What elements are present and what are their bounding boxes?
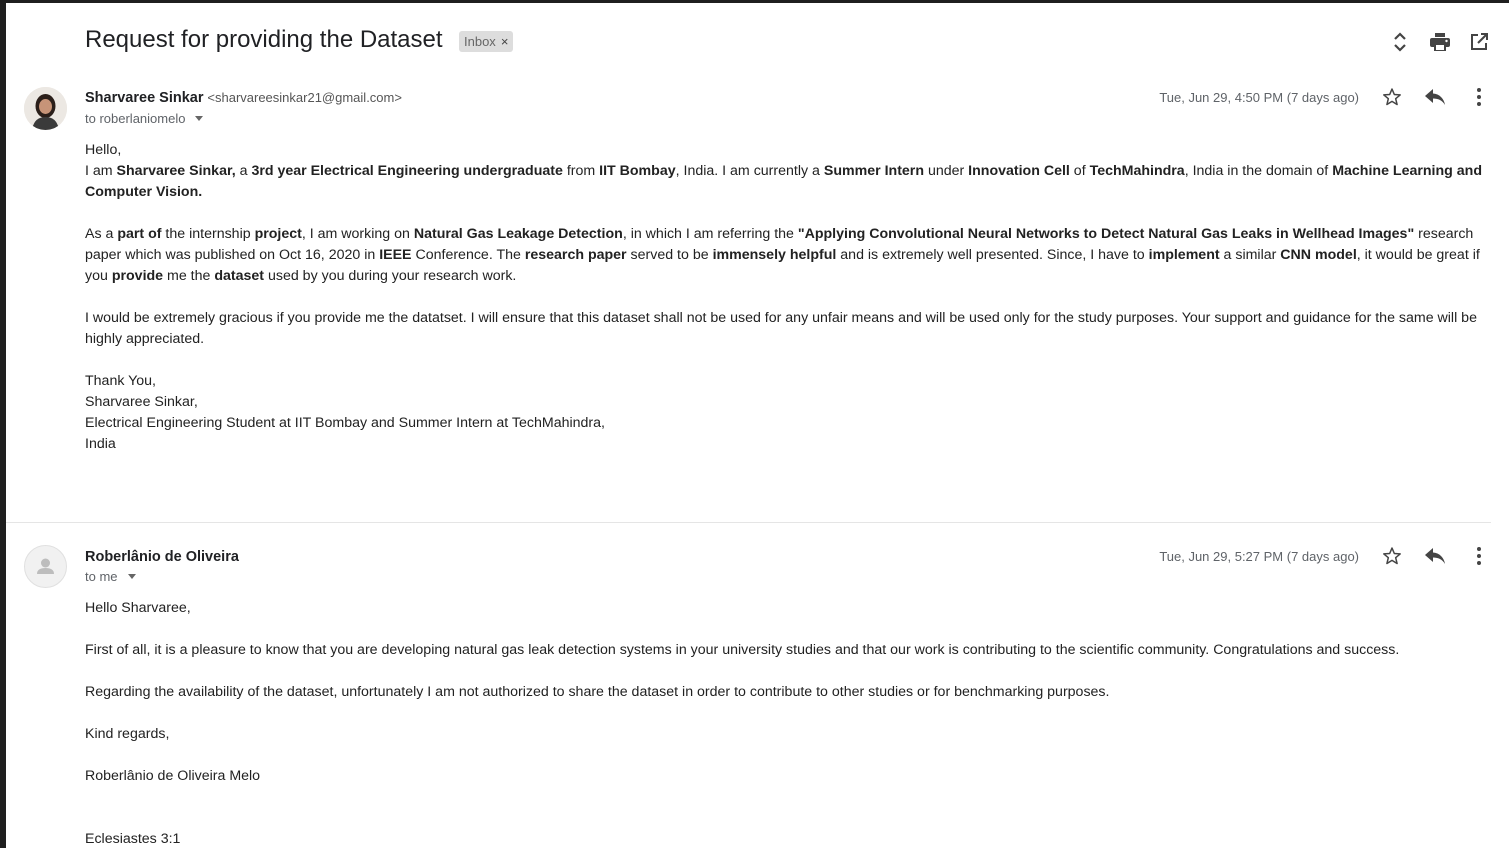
bold-text: dataset xyxy=(214,268,265,284)
email-thread-view: Request for providing the Dataset Inbox … xyxy=(6,3,1509,848)
recipient-text: to me xyxy=(85,569,118,584)
paragraph: Regarding the availability of the datase… xyxy=(85,684,1110,700)
text-run: used by you during your research work. xyxy=(264,268,517,284)
bold-text: implement xyxy=(1148,247,1220,263)
signature: Roberlânio de Oliveira Melo xyxy=(85,768,261,784)
show-details-dropdown-icon[interactable] xyxy=(127,574,136,579)
more-options-icon[interactable] xyxy=(1466,84,1492,110)
sender-line: Sharvaree Sinkar <sharvareesinkar21@gmai… xyxy=(85,89,402,106)
sender-line: Roberlânio de Oliveira xyxy=(85,548,239,565)
bold-text: TechMahindra xyxy=(1089,163,1185,179)
greeting: Hello, xyxy=(85,142,122,158)
text-run: under xyxy=(924,163,969,179)
print-icon[interactable] xyxy=(1427,29,1453,55)
bold-text: part of xyxy=(117,226,162,242)
recipient-text: to roberlaniomelo xyxy=(85,111,186,126)
sender-email: <sharvareesinkar21@gmail.com> xyxy=(207,90,402,105)
signature-line: Sharvaree Sinkar, xyxy=(85,394,198,410)
bold-text: "Applying Convolutional Neural Networks … xyxy=(797,226,1415,242)
text-run: the internship xyxy=(161,226,255,242)
bold-text: research paper xyxy=(524,247,627,263)
star-icon[interactable] xyxy=(1379,543,1405,569)
text-run: As a xyxy=(85,226,118,242)
quote: Eclesiastes 3:1 xyxy=(85,831,181,847)
paragraph-project: As a part of the internship project, I a… xyxy=(85,224,1490,287)
paragraph-intro: I am Sharvaree Sinkar, a 3rd year Electr… xyxy=(85,161,1490,203)
bold-text: 3rd year Electrical Engineering undergra… xyxy=(251,163,563,179)
text-run: I am xyxy=(85,163,117,179)
open-new-window-icon[interactable] xyxy=(1466,29,1492,55)
text-run: a similar xyxy=(1219,247,1281,263)
text-run: a xyxy=(235,163,252,179)
expand-collapse-icon[interactable] xyxy=(1387,29,1413,55)
paragraph-request: I would be extremely gracious if you pro… xyxy=(85,310,1477,347)
bold-text: Natural Gas Leakage Detection xyxy=(413,226,623,242)
show-details-dropdown-icon[interactable] xyxy=(195,116,204,121)
sender-name[interactable]: Roberlânio de Oliveira xyxy=(85,549,239,565)
closing: Kind regards, xyxy=(85,726,170,742)
reply-icon[interactable] xyxy=(1422,84,1448,110)
bold-text: immensely helpful xyxy=(712,247,837,263)
thread-header: Request for providing the Dataset Inbox … xyxy=(6,3,1509,79)
message-divider xyxy=(6,522,1491,523)
sender-name[interactable]: Sharvaree Sinkar xyxy=(85,90,204,106)
star-icon[interactable] xyxy=(1379,84,1405,110)
avatar[interactable] xyxy=(24,545,67,588)
text-run: , India in the domain of xyxy=(1184,163,1333,179)
text-run: me the xyxy=(163,268,215,284)
reply-icon[interactable] xyxy=(1422,543,1448,569)
text-run: from xyxy=(562,163,600,179)
bold-text: IEEE xyxy=(379,247,412,263)
more-options-icon[interactable] xyxy=(1466,543,1492,569)
recipient-line: to roberlaniomelo xyxy=(85,111,204,126)
paragraph: First of all, it is a pleasure to know t… xyxy=(85,642,1400,658)
text-run: , I am working on xyxy=(301,226,414,242)
recipient-line: to me xyxy=(85,569,136,584)
text-run: and is extremely well presented. Since, … xyxy=(836,247,1149,263)
thread-subject: Request for providing the Dataset xyxy=(85,26,443,53)
bold-text: Innovation Cell xyxy=(968,163,1070,179)
text-run: served to be xyxy=(626,247,713,263)
message-date[interactable]: Tue, Jun 29, 4:50 PM (7 days ago) xyxy=(1159,90,1359,105)
message-date[interactable]: Tue, Jun 29, 5:27 PM (7 days ago) xyxy=(1159,549,1359,564)
message-body: Hello Sharvaree, First of all, it is a p… xyxy=(85,598,1490,848)
text-run: , in which I am referring the xyxy=(622,226,798,242)
bold-text: Sharvaree Sinkar, xyxy=(116,163,236,179)
text-run: of xyxy=(1069,163,1090,179)
bold-text: Summer Intern xyxy=(823,163,924,179)
message-body: Hello, I am Sharvaree Sinkar, a 3rd year… xyxy=(85,140,1490,455)
signature-line: India xyxy=(85,436,116,452)
signature-line: Thank You, xyxy=(85,373,156,389)
text-run: Conference. The xyxy=(411,247,525,263)
bold-text: CNN model xyxy=(1280,247,1357,263)
signature-line: Electrical Engineering Student at IIT Bo… xyxy=(85,415,605,431)
bold-text: IIT Bombay xyxy=(599,163,676,179)
bold-text: project xyxy=(254,226,302,242)
avatar[interactable] xyxy=(24,87,67,130)
inbox-label-chip[interactable]: Inbox × xyxy=(459,31,514,52)
text-run: , India. I am currently a xyxy=(675,163,824,179)
label-text: Inbox xyxy=(464,34,496,49)
remove-label-icon[interactable]: × xyxy=(501,31,509,52)
greeting: Hello Sharvaree, xyxy=(85,600,191,616)
bold-text: provide xyxy=(111,268,164,284)
